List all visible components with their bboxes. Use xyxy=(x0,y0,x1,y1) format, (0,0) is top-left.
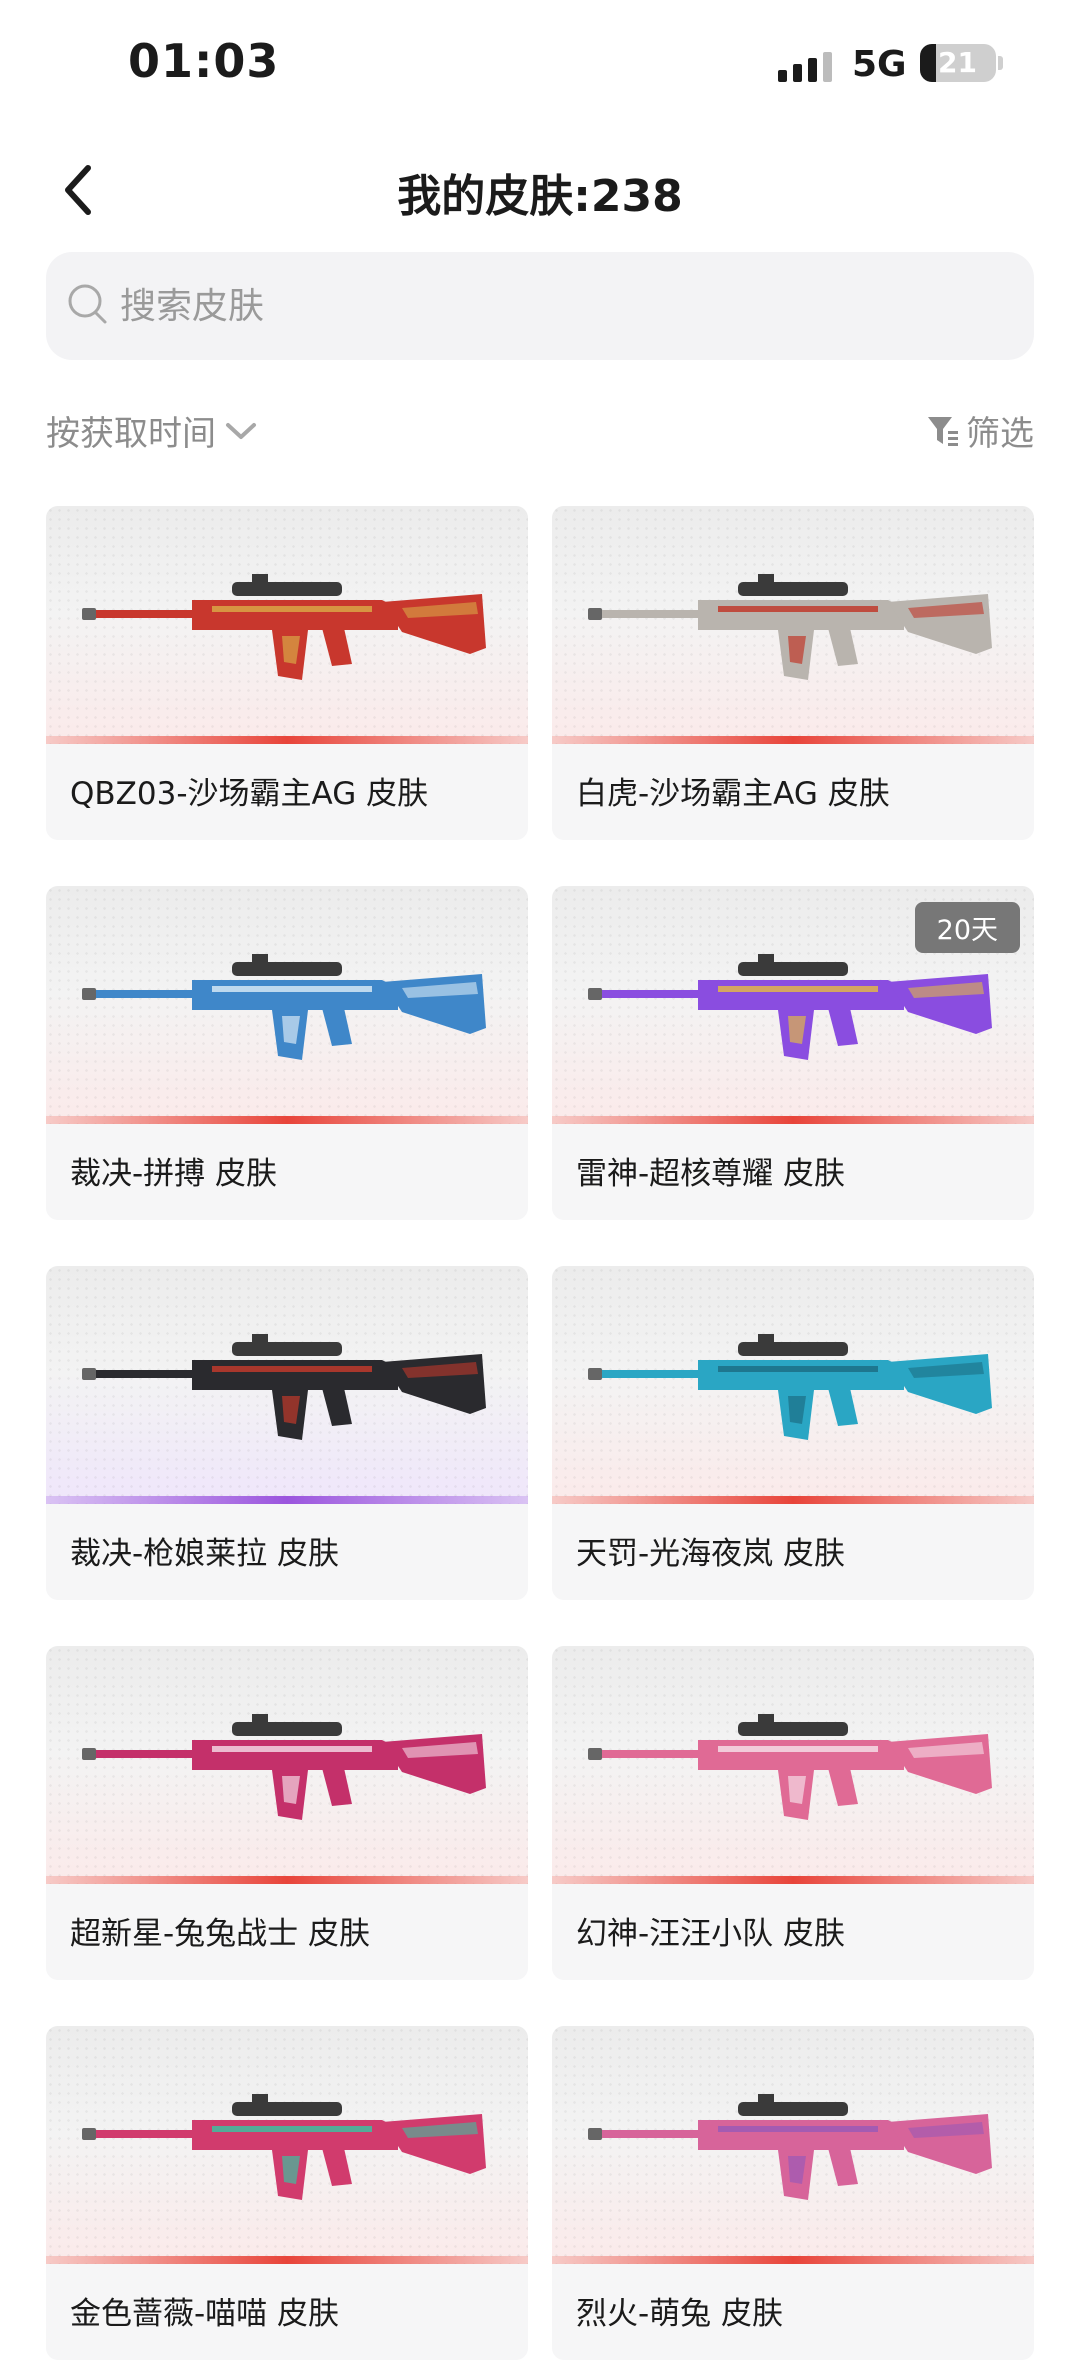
skin-name: QBZ03-沙场霸主AG 皮肤 xyxy=(70,776,429,812)
skin-card[interactable]: 天罚-光海夜岚 皮肤 xyxy=(552,1266,1034,1600)
rarity-bar xyxy=(46,1876,528,1884)
search-icon xyxy=(68,284,107,324)
skin-card[interactable]: 金色蔷薇-喵喵 皮肤 xyxy=(46,2026,528,2360)
search-input[interactable] xyxy=(118,272,1002,340)
gun-image xyxy=(588,574,992,680)
battery-cap xyxy=(998,56,1003,70)
battery-level: 21 xyxy=(938,46,977,79)
status-time: 01:03 xyxy=(128,34,280,88)
gun-image xyxy=(82,574,486,680)
filter-label: 筛选 xyxy=(966,414,1034,454)
skin-name: 裁决-枪娘莱拉 皮肤 xyxy=(70,1536,340,1572)
duration-badge: 20天 xyxy=(914,902,1020,953)
skin-name: 天罚-光海夜岚 皮肤 xyxy=(576,1536,846,1572)
battery-fill xyxy=(920,44,936,82)
rarity-bar xyxy=(552,2256,1034,2264)
sort-label: 按获取时间 xyxy=(46,414,216,454)
skin-card[interactable]: 裁决-枪娘莱拉 皮肤 xyxy=(46,1266,528,1600)
gun-image xyxy=(82,954,486,1060)
gun-image xyxy=(82,1714,486,1820)
rarity-bar xyxy=(552,736,1034,744)
skin-name: 裁决-拼搏 皮肤 xyxy=(70,1156,278,1192)
rarity-bar xyxy=(46,2256,528,2264)
chevron-down-icon xyxy=(226,422,256,439)
rarity-bar xyxy=(552,1116,1034,1124)
network-type: 5G xyxy=(852,44,907,85)
gun-image xyxy=(82,1334,486,1440)
gun-image xyxy=(588,1714,992,1820)
gun-image xyxy=(588,2094,992,2200)
gun-image xyxy=(588,1334,992,1440)
filter-icon xyxy=(928,416,958,446)
rarity-bar xyxy=(552,1496,1034,1504)
skin-card[interactable]: 幻神-汪汪小队 皮肤 xyxy=(552,1646,1034,1980)
rarity-bar xyxy=(46,1496,528,1504)
rarity-bar xyxy=(46,736,528,744)
battery-icon: 21 xyxy=(920,44,996,82)
status-bar: 01:03 5G 21 xyxy=(0,0,1080,130)
skin-name: 幻神-汪汪小队 皮肤 xyxy=(576,1916,846,1952)
search-bar[interactable] xyxy=(46,252,1034,360)
gun-image xyxy=(588,954,992,1060)
rarity-bar xyxy=(46,1116,528,1124)
page-title: 我的皮肤:238 xyxy=(397,171,683,222)
back-arrow-icon[interactable] xyxy=(52,160,112,220)
skin-name: 金色蔷薇-喵喵 皮肤 xyxy=(70,2296,340,2332)
skin-card[interactable]: 20天雷神-超核尊耀 皮肤 xyxy=(552,886,1034,1220)
skin-card[interactable]: 白虎-沙场霸主AG 皮肤 xyxy=(552,506,1034,840)
skin-name: 烈火-萌兔 皮肤 xyxy=(576,2296,784,2332)
skin-name: 超新星-兔兔战士 皮肤 xyxy=(70,1916,371,1952)
signal-icon xyxy=(778,52,832,82)
filter-button[interactable]: 筛选 xyxy=(926,406,1034,455)
skin-card[interactable]: 烈火-萌兔 皮肤 xyxy=(552,2026,1034,2360)
skin-grid: QBZ03-沙场霸主AG 皮肤 白虎-沙场霸主AG 皮肤裁决-拼搏 皮肤 20天雷神… xyxy=(46,506,1034,2360)
skin-name: 白虎-沙场霸主AG 皮肤 xyxy=(576,776,890,812)
gun-image xyxy=(82,2094,486,2200)
skin-name: 雷神-超核尊耀 皮肤 xyxy=(576,1156,846,1192)
skin-card[interactable]: 裁决-拼搏 皮肤 xyxy=(46,886,528,1220)
skin-card[interactable]: 超新星-兔兔战士 皮肤 xyxy=(46,1646,528,1980)
sort-dropdown[interactable]: 按获取时间 xyxy=(46,406,258,455)
rarity-bar xyxy=(552,1876,1034,1884)
skin-card[interactable]: QBZ03-沙场霸主AG 皮肤 xyxy=(46,506,528,840)
